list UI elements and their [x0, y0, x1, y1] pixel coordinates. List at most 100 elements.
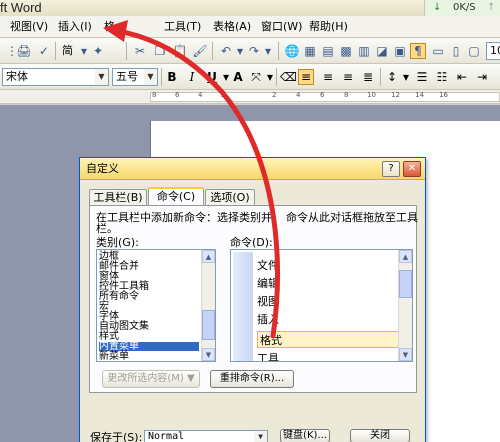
scroll-thumb[interactable] [202, 310, 215, 340]
font-name-value: 宋体 [6, 70, 28, 83]
toolbar-separator [161, 68, 162, 86]
tab-toolbars[interactable]: 工具栏(B) [89, 189, 147, 206]
scroll-thumb[interactable] [399, 270, 412, 298]
menu-table[interactable]: 表格(A) [213, 20, 251, 34]
eraser-icon[interactable]: ⌫ [280, 69, 297, 85]
window-title: ft Word [0, 0, 42, 15]
list-item[interactable]: 所有命令 [99, 292, 139, 302]
list-item[interactable]: 边框 [99, 252, 119, 262]
chevron-down-icon[interactable]: ▼ [144, 69, 157, 85]
bold-icon[interactable]: B [164, 69, 180, 85]
italic-icon[interactable]: I [184, 69, 200, 85]
redo-dropdown-icon[interactable]: ▾ [260, 43, 276, 59]
menu-insert[interactable]: 插入(I) [58, 20, 92, 34]
align-left-icon[interactable]: ≡ [298, 69, 314, 85]
paste-icon[interactable]: 📋 [172, 43, 188, 59]
rearrange-commands-button[interactable]: 重排命令(R)... [210, 370, 294, 388]
decrease-indent-icon[interactable]: ⇤ [454, 69, 470, 85]
drawing-icon[interactable]: ◪ [374, 43, 390, 59]
close-dialog-button[interactable]: 关闭 [350, 429, 410, 442]
save-in-combo[interactable]: Normal ▼ [144, 430, 268, 442]
command-item-format[interactable]: 格式 ▶ [257, 331, 412, 348]
commands-tab-panel: 在工具栏中添加新命令：选择类别并 命令从此对话框拖放至工具 栏。 类别(G): … [89, 205, 418, 393]
toolbar-separator [276, 68, 277, 86]
ruler-number: 4 [296, 91, 301, 99]
insert-table-icon[interactable]: ▤ [320, 43, 336, 59]
commands-listbox[interactable]: 文件 ▶ 编辑 ▶ 视图 ▶ 插入 ▶ 格式 ▶ 工具 ▶ [230, 249, 413, 362]
list-item[interactable]: 窗体 [99, 272, 119, 282]
help-button[interactable]: ? [382, 161, 400, 177]
hyperlink-icon[interactable]: 🌐 [284, 43, 300, 59]
command-item-tools[interactable]: 工具 ▶ [257, 350, 412, 361]
toolbar-separator [126, 42, 127, 60]
print-preview-icon[interactable]: 🖨 [16, 43, 32, 59]
menu-tools[interactable]: 工具(T) [164, 20, 201, 34]
list-item-selected[interactable]: 内置菜单 [99, 342, 199, 352]
numbering-icon[interactable]: ☰ [414, 69, 430, 85]
spelling-icon[interactable]: ✓ [36, 43, 52, 59]
download-arrow-icon: ↓ [433, 2, 442, 13]
document-map-icon[interactable]: ▣ [392, 43, 408, 59]
instruction-text-1b: 命令从此对话框拖放至工具 [286, 211, 418, 224]
keyboard-button[interactable]: 键盘(K)... [280, 429, 330, 442]
scroll-up-icon[interactable]: ▲ [399, 250, 412, 263]
list-item[interactable]: 新菜单 [99, 352, 129, 362]
line-spacing-dropdown-icon[interactable]: ▾ [398, 69, 414, 85]
align-right-icon[interactable]: ≡ [340, 69, 356, 85]
scroll-up-icon[interactable]: ▲ [202, 250, 215, 263]
tab-commands[interactable]: 命令(C) [148, 187, 204, 206]
ruler-number: 14 [415, 91, 424, 99]
modify-selection-button[interactable]: 更改所选内容(M) ▼ [102, 370, 200, 388]
list-item[interactable]: 邮件合并 [99, 262, 139, 272]
network-rate: 0K/S [453, 2, 476, 13]
columns-icon[interactable]: ▥ [356, 43, 372, 59]
list-item[interactable]: 自动图文集 [99, 322, 149, 332]
bullets-icon[interactable]: ☷ [434, 69, 450, 85]
instruction-text-2: 栏。 [96, 222, 118, 235]
copy-icon[interactable]: ❐ [152, 43, 168, 59]
command-item-insert[interactable]: 插入 ▶ [257, 311, 412, 328]
commands-scrollbar[interactable]: ▲ ▼ [398, 250, 412, 361]
scroll-down-icon[interactable]: ▼ [399, 348, 412, 361]
menu-help[interactable]: 帮助(H) [309, 20, 348, 34]
show-hide-icon[interactable]: ¶ [410, 43, 426, 59]
align-center-icon[interactable]: ≡ [320, 69, 336, 85]
format-painter-icon[interactable]: 🖌 [192, 43, 208, 59]
research-icon[interactable]: ✦ [90, 43, 106, 59]
zoom-combo[interactable]: 10 [486, 42, 500, 60]
reading-icon[interactable]: ▯ [448, 43, 464, 59]
list-item[interactable]: 样式 [99, 332, 119, 342]
command-label: 插入 [257, 313, 279, 326]
font-name-combo[interactable]: 宋体 ▼ [2, 68, 109, 86]
zoom-icon[interactable]: ▢ [466, 43, 482, 59]
scroll-down-icon[interactable]: ▼ [202, 348, 215, 361]
categories-listbox[interactable]: 边框 邮件合并 窗体 控件工具箱 所有命令 宏 字体 自动图文集 样式 内置菜单… [96, 249, 216, 362]
command-item-file[interactable]: 文件 ▶ [257, 257, 412, 274]
ruler-number: 6 [175, 91, 180, 99]
chevron-down-icon[interactable]: ▼ [254, 431, 267, 442]
increase-indent-icon[interactable]: ⇥ [474, 69, 490, 85]
style-simplified-label[interactable]: 简 [62, 44, 73, 58]
cut-icon[interactable]: ✂ [132, 43, 148, 59]
font-size-combo[interactable]: 五号 ▼ [112, 68, 158, 86]
tables-borders-icon[interactable]: ▦ [302, 43, 318, 59]
command-item-view[interactable]: 视图 ▶ [257, 293, 412, 310]
menu-format[interactable]: 格 [104, 20, 115, 34]
menu-view[interactable]: 视图(V) [10, 20, 48, 34]
dialog-title-bar[interactable]: 自定义 ? ✕ [80, 158, 425, 180]
command-item-edit[interactable]: 编辑 ▶ [257, 275, 412, 292]
categories-scrollbar[interactable]: ▲ ▼ [201, 250, 215, 361]
list-item[interactable]: 宏 [99, 302, 109, 312]
list-item[interactable]: 字体 [99, 312, 119, 322]
ruler-number: 2 [221, 91, 226, 99]
ruler-number: 16 [439, 91, 448, 99]
insert-excel-icon[interactable]: ▩ [338, 43, 354, 59]
chevron-down-icon[interactable]: ▼ [95, 69, 108, 85]
font-color-icon[interactable]: A [230, 69, 246, 85]
document-icon[interactable]: ▭ [430, 43, 446, 59]
list-item[interactable]: 控件工具箱 [99, 282, 149, 292]
close-icon[interactable]: ✕ [403, 161, 421, 177]
menu-window[interactable]: 窗口(W) [261, 20, 302, 34]
tab-options[interactable]: 选项(O) [205, 189, 255, 206]
justify-icon[interactable]: ≣ [360, 69, 376, 85]
